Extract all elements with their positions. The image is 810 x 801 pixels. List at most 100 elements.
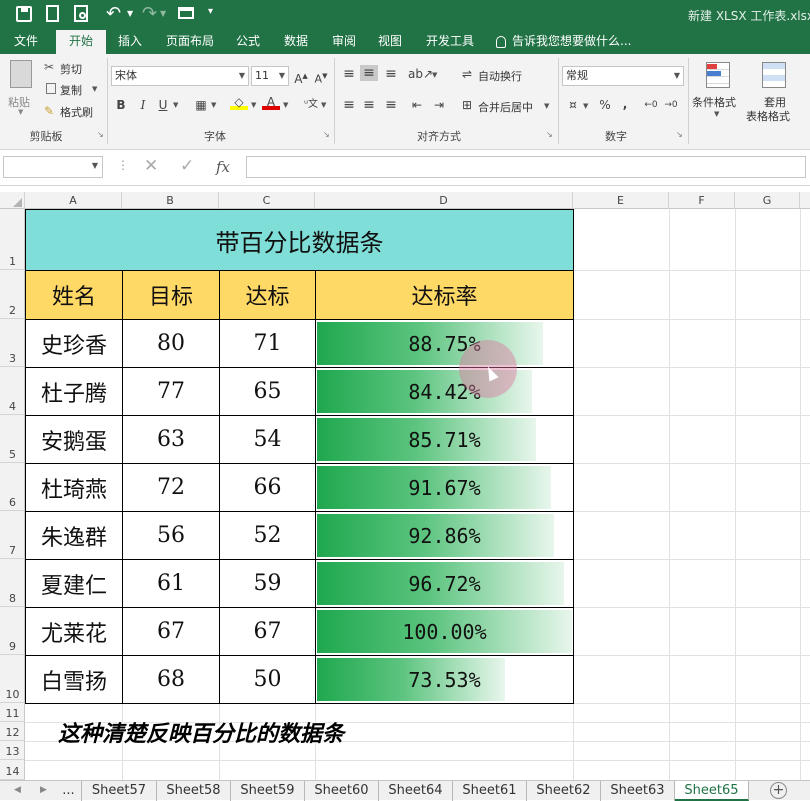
scroll-left-icon[interactable]: ◀ — [14, 785, 21, 795]
wrap-text-icon[interactable]: ⇌ — [458, 66, 476, 82]
cell-name[interactable]: 朱逸群 — [26, 512, 123, 560]
customize-quick-access-icon[interactable]: ▾ — [208, 6, 213, 17]
align-bottom-icon[interactable]: ≡ — [382, 66, 400, 82]
sheet-tab-active[interactable]: Sheet65 — [675, 781, 749, 801]
tab-file[interactable]: 文件 — [4, 30, 48, 54]
underline-icon[interactable]: U — [154, 97, 172, 113]
header-cell-target[interactable]: 目标 — [123, 271, 220, 320]
add-sheet-icon[interactable]: + — [770, 782, 787, 799]
cancel-icon[interactable]: ✕ — [144, 156, 158, 176]
name-box[interactable]: ▼ — [3, 156, 103, 178]
column-header-e[interactable]: E — [573, 192, 669, 209]
column-header-c[interactable]: C — [219, 192, 315, 209]
undo-dropdown-icon[interactable]: ▼ — [127, 9, 133, 18]
tab-home[interactable]: 开始 — [56, 30, 106, 54]
sheet-tab[interactable]: Sheet57 — [82, 781, 157, 801]
align-middle-icon[interactable]: ≡ — [360, 65, 378, 81]
row-header-2[interactable]: 2 — [0, 270, 25, 319]
row-header-3[interactable]: 3 — [0, 319, 25, 367]
copy-dropdown-icon[interactable]: ▼ — [92, 85, 97, 93]
currency-icon[interactable]: ¤ — [564, 97, 582, 113]
sheet-tab[interactable]: Sheet64 — [379, 781, 453, 801]
row-header-14[interactable]: 14 — [0, 760, 25, 780]
alignment-launcher-icon[interactable]: ↘ — [546, 130, 553, 139]
align-center-icon[interactable]: ≡ — [360, 97, 378, 113]
italic-icon[interactable]: I — [134, 97, 152, 113]
wrap-text-button[interactable]: 自动换行 — [478, 68, 522, 84]
cell-achieved[interactable]: 66 — [220, 464, 316, 512]
cell-achieved[interactable]: 71 — [220, 320, 316, 368]
borders-dropdown-icon[interactable]: ▼ — [211, 101, 216, 109]
row-header-10[interactable]: 10 — [0, 655, 25, 703]
header-cell-achieved[interactable]: 达标 — [220, 271, 316, 320]
paste-button[interactable]: 粘贴 ▼ — [6, 58, 38, 116]
cell-achieved[interactable]: 54 — [220, 416, 316, 464]
decrease-font-icon[interactable]: A▼ — [312, 68, 330, 86]
number-format-select[interactable]: 常规 ▼ — [562, 66, 684, 86]
cut-button[interactable]: 剪切 — [60, 61, 82, 77]
row-header-6[interactable]: 6 — [0, 463, 25, 511]
cell-target[interactable]: 72 — [123, 464, 220, 512]
insert-function-icon[interactable]: fx — [216, 158, 230, 176]
header-cell-rate[interactable]: 达标率 — [316, 271, 574, 320]
row-header-7[interactable]: 7 — [0, 511, 25, 559]
decrease-indent-icon[interactable]: ⇤ — [408, 97, 426, 113]
font-color-dropdown-icon[interactable]: ▼ — [283, 101, 288, 109]
cell-target[interactable]: 77 — [123, 368, 220, 416]
phonetic-dropdown-icon[interactable]: ▼ — [321, 101, 326, 109]
column-header-b[interactable]: B — [122, 192, 219, 209]
scroll-right-icon[interactable]: ▶ — [40, 785, 47, 795]
sheet-tab-more[interactable]: ... — [56, 781, 82, 801]
undo-icon[interactable]: ↶ — [106, 3, 121, 24]
cell-name[interactable]: 安鹅蛋 — [26, 416, 123, 464]
tab-insert[interactable]: 插入 — [110, 30, 150, 54]
table-title[interactable]: 带百分比数据条 — [26, 210, 574, 271]
increase-decimal-icon[interactable]: ←0 — [642, 97, 660, 113]
row-header-4[interactable]: 4 — [0, 367, 25, 415]
select-all-corner[interactable] — [0, 192, 25, 209]
column-header-a[interactable]: A — [25, 192, 122, 209]
tab-data[interactable]: 数据 — [276, 30, 316, 54]
clipboard-launcher-icon[interactable]: ↘ — [97, 130, 104, 139]
sheet-tab[interactable]: Sheet59 — [231, 781, 305, 801]
conditional-format-button[interactable]: 条件格式 ▼ — [692, 58, 744, 122]
font-name-select[interactable]: 宋体 ▼ — [111, 66, 249, 86]
tab-formulas[interactable]: 公式 — [228, 30, 268, 54]
fill-dropdown-icon[interactable]: ▼ — [251, 101, 256, 109]
tab-review[interactable]: 审阅 — [324, 30, 364, 54]
align-left-icon[interactable]: ≡ — [340, 97, 358, 113]
cell-name[interactable]: 史珍香 — [26, 320, 123, 368]
cell-target[interactable]: 61 — [123, 560, 220, 608]
cell-name[interactable]: 夏建仁 — [26, 560, 123, 608]
fill-color-icon[interactable]: ◇ — [230, 94, 248, 110]
cell-target[interactable]: 56 — [123, 512, 220, 560]
new-icon[interactable] — [46, 5, 59, 22]
cell-achieved[interactable]: 52 — [220, 512, 316, 560]
sheet-tab[interactable]: Sheet58 — [157, 781, 231, 801]
font-size-select[interactable]: 11 ▼ — [251, 66, 289, 86]
cell-target[interactable]: 67 — [123, 608, 220, 656]
cell-achieved[interactable]: 67 — [220, 608, 316, 656]
column-header-f[interactable]: F — [669, 192, 735, 209]
increase-indent-icon[interactable]: ⇥ — [430, 97, 448, 113]
column-header-d[interactable]: D — [315, 192, 573, 209]
decrease-decimal-icon[interactable]: →0 — [662, 97, 680, 113]
formula-input[interactable] — [246, 156, 806, 178]
format-painter-button[interactable]: 格式刷 — [60, 104, 93, 120]
align-top-icon[interactable]: ≡ — [340, 66, 358, 82]
merge-dropdown-icon[interactable]: ▼ — [544, 102, 549, 110]
sheet-tab[interactable]: Sheet60 — [305, 781, 379, 801]
number-launcher-icon[interactable]: ↘ — [676, 130, 683, 139]
merge-center-icon[interactable]: ⊞ — [458, 97, 476, 113]
format-as-table-button[interactable]: 套用 表格格式 — [746, 58, 804, 123]
sheet-tab[interactable]: Sheet61 — [453, 781, 527, 801]
cell-target[interactable]: 80 — [123, 320, 220, 368]
tab-developer[interactable]: 开发工具 — [418, 30, 482, 54]
redo-dropdown-icon[interactable]: ▼ — [160, 9, 166, 18]
enter-icon[interactable]: ✓ — [180, 156, 194, 176]
tab-page-layout[interactable]: 页面布局 — [158, 30, 222, 54]
save-icon[interactable] — [16, 6, 32, 22]
increase-font-icon[interactable]: A▲ — [292, 68, 310, 86]
percent-icon[interactable]: % — [596, 97, 614, 113]
chevron-down-icon[interactable]: ▼ — [18, 108, 23, 116]
